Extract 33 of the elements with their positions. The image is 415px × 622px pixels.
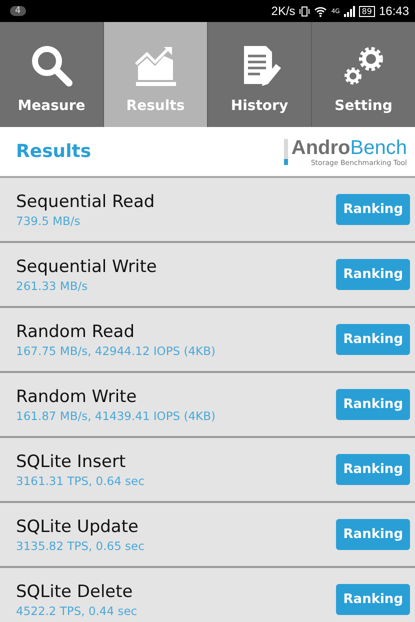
ranking-button[interactable]: Ranking (336, 194, 410, 225)
battery-indicator: 89 (358, 6, 375, 16)
ranking-button[interactable]: Ranking (336, 584, 410, 615)
test-result: 3135.82 TPS, 0.65 sec (16, 538, 144, 552)
logo-text: AndroBench (291, 136, 407, 158)
ranking-button[interactable]: Ranking (336, 259, 410, 290)
logo-bar-icon (284, 138, 288, 164)
test-name: Random Read (16, 322, 136, 342)
section-title: Results (16, 141, 92, 162)
test-name: SQLite Insert (16, 452, 127, 472)
test-name: SQLite Delete (16, 582, 134, 602)
test-name: Random Write (16, 386, 138, 406)
test-result: 3161.31 TPS, 0.64 sec (16, 474, 144, 488)
ranking-button[interactable]: Ranking (336, 454, 410, 485)
ranking-button[interactable]: Ranking (336, 389, 410, 420)
test-name: Sequential Write (16, 256, 157, 276)
ranking-button[interactable]: Ranking (336, 519, 410, 550)
search-icon (30, 44, 74, 88)
test-result: 739.5 MB/s (16, 214, 82, 228)
wifi-icon (314, 6, 328, 16)
tab[interactable]: Results (104, 22, 208, 127)
test-name: SQLite Update (16, 516, 140, 536)
test-result: 167.75 MB/s, 42944.12 IOPS (4KB) (16, 344, 216, 358)
clock: 16:43 (378, 4, 409, 18)
notification-count: 4 (10, 6, 26, 16)
test-result: 261.33 MB/s (16, 278, 89, 292)
test-result: 161.87 MB/s, 41439.41 IOPS (4KB) (16, 408, 216, 422)
test-name: Sequential Read (16, 192, 155, 212)
test-result: 4522.2 TPS, 0.44 sec (16, 604, 138, 618)
ranking-button[interactable]: Ranking (336, 324, 410, 355)
signal-icon (344, 6, 355, 16)
network-speed: 2K/s (271, 4, 296, 18)
vibrate-icon (299, 6, 310, 16)
